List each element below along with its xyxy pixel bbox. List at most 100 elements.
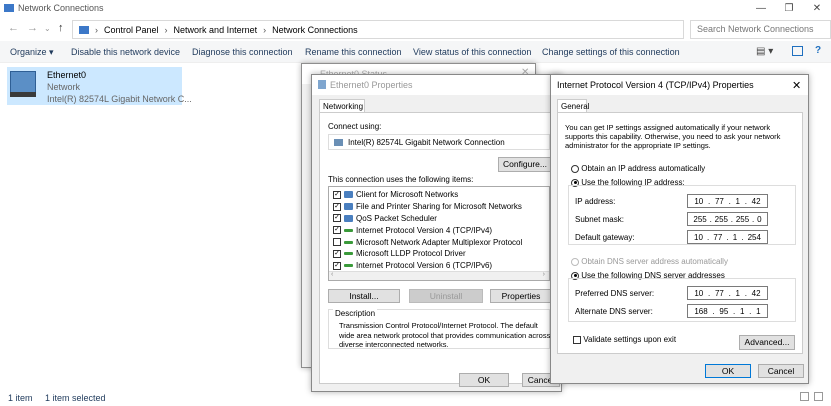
close-button[interactable]: ✕ — [803, 0, 831, 17]
scroll-right-icon[interactable]: › — [543, 271, 545, 278]
ip-label: IP address: — [575, 197, 616, 206]
list-item[interactable]: ✓ Internet Protocol Version 4 (TCP/IPv4) — [333, 224, 549, 236]
networking-panel: Connect using: Intel(R) 82574L Gigabit N… — [319, 112, 556, 384]
horizontal-scrollbar[interactable]: ‹ › — [329, 271, 549, 280]
breadcrumb[interactable]: › Control Panel › Network and Internet ›… — [72, 20, 684, 39]
service-icon — [344, 203, 353, 211]
breadcrumb-network-connections[interactable]: Network Connections — [272, 25, 358, 35]
status-bar: 1 item 1 item selected — [0, 390, 831, 406]
install-button[interactable]: Install... — [328, 289, 400, 303]
properties-button[interactable]: Properties — [490, 289, 552, 303]
breadcrumb-network-internet[interactable]: Network and Internet — [174, 25, 258, 35]
uninstall-button[interactable]: Uninstall — [409, 289, 483, 303]
large-icons-view-icon[interactable] — [814, 392, 823, 401]
scroll-left-icon[interactable]: ‹ — [331, 271, 333, 278]
ipv4-dialog-title: Internet Protocol Version 4 (TCP/IPv4) P… — [551, 75, 808, 95]
adapter-icon — [334, 138, 343, 146]
subnet-mask-field[interactable]: 255. 255. 255. 0 — [687, 212, 768, 226]
items-label: This connection uses the following items… — [328, 175, 474, 184]
protocol-icon — [344, 264, 353, 268]
connection-item-ethernet0[interactable]: Ethernet0 Network Intel(R) 82574L Gigabi… — [7, 67, 192, 105]
properties-dialog-title: Ethernet0 Properties — [312, 75, 561, 95]
maximize-button[interactable]: ❐ — [775, 0, 803, 17]
subnet-label: Subnet mask: — [575, 215, 624, 224]
disable-device-button[interactable]: Disable this network device — [71, 47, 180, 57]
connection-adapter: Intel(R) 82574L Gigabit Network C... — [47, 94, 192, 104]
breadcrumb-separator-icon: › — [164, 24, 168, 35]
window-title: Network Connections — [18, 3, 104, 13]
protocol-icon — [344, 240, 353, 244]
default-gateway-field[interactable]: 10. 77. 1. 254 — [687, 230, 768, 244]
gateway-label: Default gateway: — [575, 233, 635, 242]
list-item[interactable]: ✓ QoS Packet Scheduler — [333, 213, 549, 225]
list-item[interactable]: ✓ Client for Microsoft Networks — [333, 189, 549, 201]
item-checkbox[interactable] — [333, 238, 341, 247]
item-checkbox[interactable]: ✓ — [333, 261, 341, 270]
command-bar: Organize ▾ Disable this network device D… — [0, 41, 831, 63]
configure-button[interactable]: Configure... — [498, 157, 552, 172]
change-settings-button[interactable]: Change settings of this connection — [542, 47, 680, 57]
breadcrumb-control-panel[interactable]: Control Panel — [104, 25, 159, 35]
view-options-icon[interactable]: ▤ ▾ — [756, 46, 773, 57]
auto-ip-radio[interactable]: Obtain an IP address automatically — [571, 164, 705, 173]
network-adapter-icon — [10, 71, 36, 93]
breadcrumb-separator-icon: › — [263, 24, 267, 35]
control-panel-icon — [79, 25, 89, 34]
list-item[interactable]: ✓ Internet Protocol Version 6 (TCP/IPv6) — [333, 260, 549, 272]
ok-button[interactable]: OK — [705, 364, 751, 378]
description-group: Description Transmission Control Protoco… — [328, 309, 550, 349]
rename-button[interactable]: Rename this connection — [305, 47, 402, 57]
view-status-button[interactable]: View status of this connection — [413, 47, 531, 57]
radio-icon — [571, 164, 579, 173]
ok-button[interactable]: OK — [459, 373, 509, 387]
ip-address-field[interactable]: 10. 77. 1. 42 — [687, 194, 768, 208]
network-adapter-icon — [10, 92, 36, 97]
details-view-icon[interactable] — [800, 392, 809, 401]
protocol-icon — [344, 228, 353, 232]
item-checkbox[interactable]: ✓ — [333, 249, 341, 258]
help-icon[interactable]: ? — [815, 45, 821, 56]
tab-general[interactable]: General — [557, 99, 589, 113]
diagnose-button[interactable]: Diagnose this connection — [192, 47, 293, 57]
ipv4-close-icon[interactable]: ✕ — [792, 79, 801, 92]
advanced-button[interactable]: Advanced... — [739, 335, 795, 350]
breadcrumb-separator-icon: › — [95, 24, 98, 35]
alternate-dns-field[interactable]: 168. 95. 1. 1 — [687, 304, 768, 318]
properties-dialog: Ethernet0 Properties Networking Connect … — [311, 74, 562, 392]
preferred-dns-field[interactable]: 10. 77. 1. 42 — [687, 286, 768, 300]
properties-dialog-icon — [318, 80, 326, 89]
general-panel: You can get IP settings assigned automat… — [557, 112, 803, 354]
item-checkbox[interactable]: ✓ — [333, 226, 341, 235]
search-input[interactable]: Search Network Connections — [690, 20, 831, 39]
address-bar: ← → ⌄ ↑ › Control Panel › Network and In… — [0, 17, 831, 41]
item-checkbox[interactable]: ✓ — [333, 190, 341, 199]
up-icon[interactable]: ↑ — [58, 22, 64, 34]
ipv4-dialog: Internet Protocol Version 4 (TCP/IPv4) P… — [550, 74, 809, 384]
pref-dns-label: Preferred DNS server: — [575, 289, 655, 298]
cancel-button[interactable]: Cancel — [758, 364, 804, 378]
connect-using-label: Connect using: — [328, 122, 382, 131]
tab-networking[interactable]: Networking — [319, 99, 365, 113]
item-count: 1 item — [8, 393, 33, 403]
checkbox-icon — [573, 335, 581, 344]
minimize-button[interactable]: — — [747, 0, 775, 17]
service-icon — [344, 214, 353, 222]
network-folder-icon — [4, 4, 14, 12]
back-icon[interactable]: ← — [8, 22, 19, 34]
validate-checkbox[interactable]: Validate settings upon exit — [573, 335, 676, 344]
client-icon — [344, 191, 353, 199]
adapter-name: Intel(R) 82574L Gigabit Network Connecti… — [348, 137, 505, 147]
recent-chevron-icon[interactable]: ⌄ — [44, 24, 51, 33]
list-item[interactable]: ✓ Microsoft LLDP Protocol Driver — [333, 248, 549, 260]
title-bar: Network Connections — ❐ ✕ — [0, 0, 831, 17]
list-item[interactable]: ✓ File and Printer Sharing for Microsoft … — [333, 201, 549, 213]
item-checkbox[interactable]: ✓ — [333, 214, 341, 223]
forward-icon[interactable]: → — [27, 22, 38, 34]
adapter-field: Intel(R) 82574L Gigabit Network Connecti… — [328, 134, 550, 150]
organize-button[interactable]: Organize ▾ — [10, 47, 54, 58]
item-checkbox[interactable]: ✓ — [333, 202, 341, 211]
auto-dns-radio[interactable]: Obtain DNS server address automatically — [571, 257, 728, 266]
preview-pane-icon[interactable] — [792, 46, 803, 56]
list-item[interactable]: Microsoft Network Adapter Multiplexor Pr… — [333, 236, 549, 248]
connection-type: Network — [47, 82, 81, 92]
